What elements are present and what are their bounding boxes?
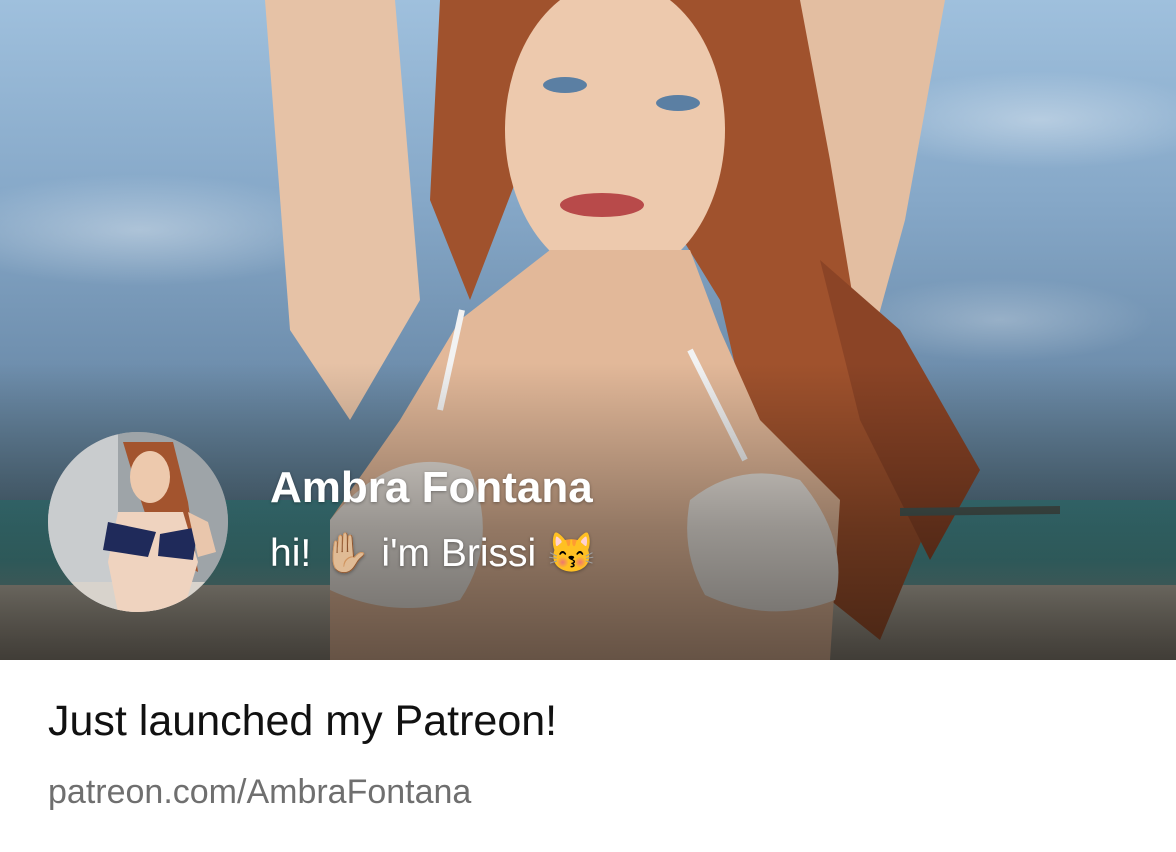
link-url[interactable]: patreon.com/AmbraFontana (48, 770, 471, 814)
link-preview-card[interactable]: Ambra Fontana hi! ✋🏼 i'm Brissi 😽 Just l… (0, 0, 1176, 852)
avatar[interactable] (48, 432, 228, 612)
cover-image[interactable]: Ambra Fontana hi! ✋🏼 i'm Brissi 😽 (0, 0, 1176, 660)
avatar-image (48, 432, 228, 612)
profile-name: Ambra Fontana (270, 463, 593, 512)
link-title[interactable]: Just launched my Patreon! (48, 694, 557, 748)
profile-bio: hi! ✋🏼 i'm Brissi 😽 (270, 532, 596, 575)
